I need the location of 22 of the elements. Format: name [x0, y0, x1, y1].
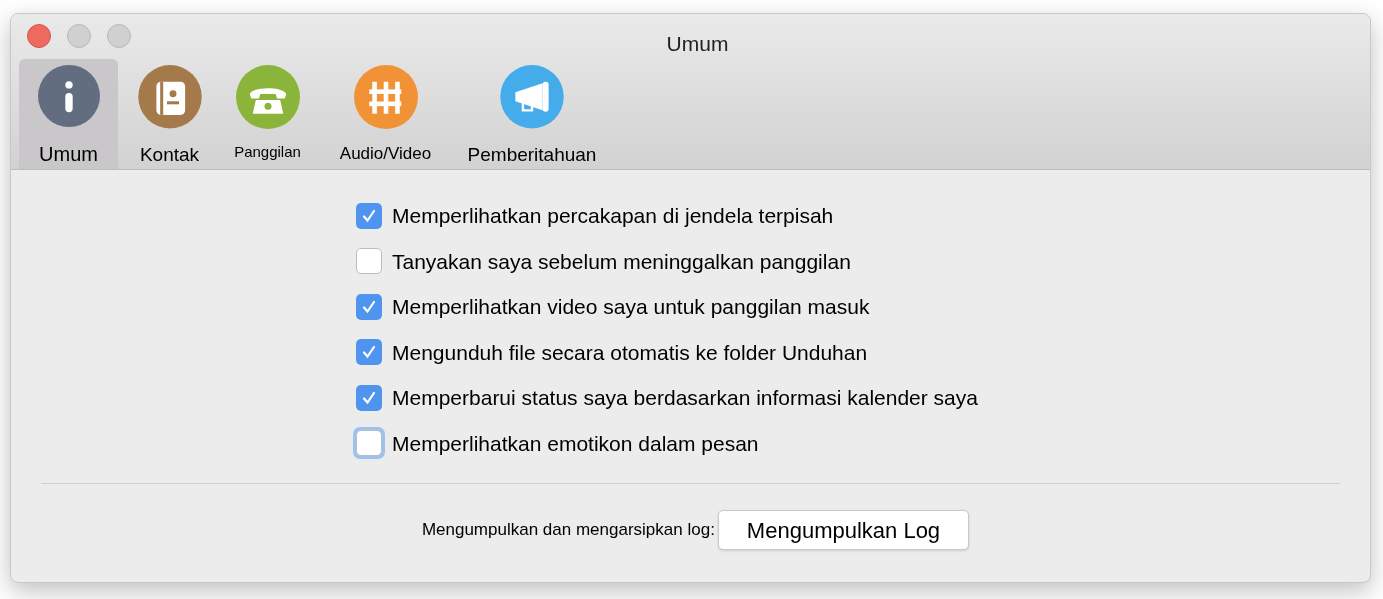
checkbox[interactable] [356, 384, 382, 411]
zoom-button[interactable] [107, 24, 131, 48]
checkbox-label: Tanyakan saya sebelum meninggalkan panggilan [392, 248, 851, 275]
checkbox-label: Mengunduh file secara otomatis ke folder Unduhan [392, 339, 868, 366]
collect-log-button[interactable]: Mengumpulkan Log [717, 510, 970, 550]
toolbar-tab[interactable]: Pemberitahuan [457, 59, 607, 169]
window-title: Umum [666, 31, 729, 57]
checkbox[interactable] [356, 293, 382, 320]
checkbox-label: Memperbarui status saya berdasarkan informasi kalender saya [392, 385, 978, 411]
toolbar-tab[interactable]: Audio/Video [314, 59, 457, 169]
toolbar-tab[interactable]: Kontak [118, 59, 221, 169]
checkbox-label: Memperlihatkan video saya untuk panggilan masuk [392, 294, 870, 320]
checkbox[interactable] [356, 248, 382, 275]
checkbox-label: Memperlihatkan percakapan di jendela terpisah [392, 203, 834, 229]
minimize-button[interactable] [67, 24, 91, 48]
toolbar-tab[interactable]: Umum [19, 59, 118, 169]
close-button[interactable] [27, 24, 51, 48]
log-label: Mengumpulkan dan mengarsipkan log: [421, 519, 715, 542]
checkbox[interactable] [356, 202, 382, 229]
checkbox-label: Memperlihatkan emotikon dalam pesan [392, 430, 759, 457]
toolbar-tab[interactable]: Panggilan [221, 59, 314, 169]
checkbox[interactable] [356, 339, 382, 366]
